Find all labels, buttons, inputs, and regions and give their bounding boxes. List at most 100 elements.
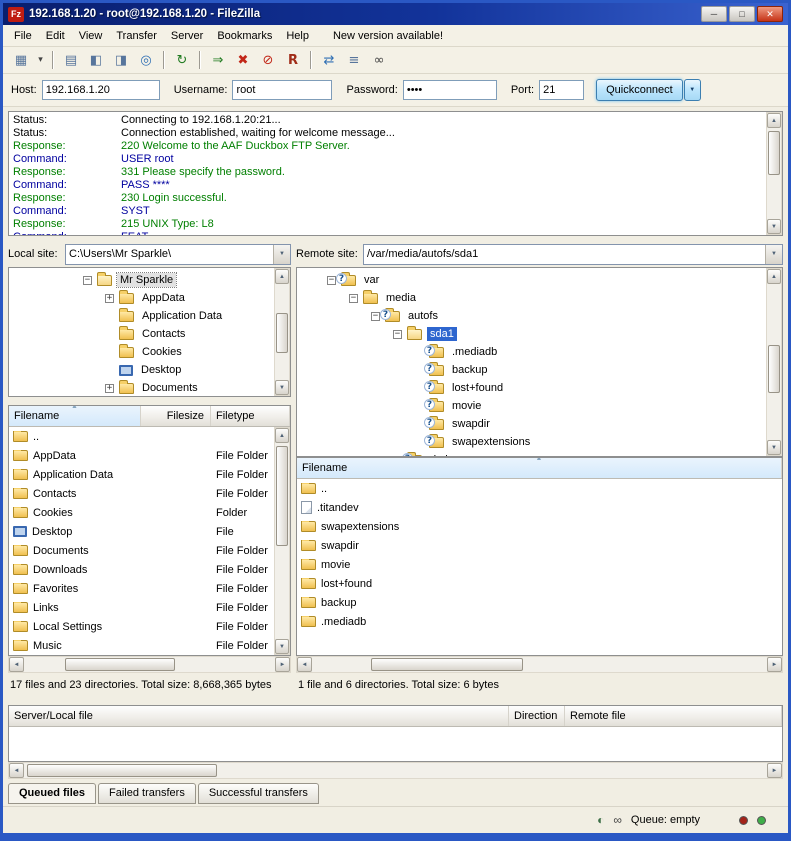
local-list-scrollbar[interactable]: ▲▼ (274, 427, 290, 655)
file-row-local-settings[interactable]: Local SettingsFile Folder (9, 617, 290, 636)
tree-item-contacts[interactable]: Contacts (9, 325, 290, 343)
tree-item-desktop[interactable]: Desktop (9, 361, 290, 379)
tree-item-cookies[interactable]: Cookies (9, 343, 290, 361)
scroll-up-button[interactable]: ▲ (275, 428, 289, 443)
column-header-filetype[interactable]: Filetype (211, 406, 290, 426)
menu-item-edit[interactable]: Edit (39, 27, 72, 45)
process-queue-icon[interactable]: ⇒ (206, 49, 230, 71)
synchronized-browsing-icon[interactable]: ≡ (342, 49, 366, 71)
file-row-parent[interactable]: .. (9, 427, 290, 446)
close-button[interactable]: ✕ (757, 6, 783, 22)
local-site-combobox[interactable]: C:\Users\Mr Sparkle\ ▼ (65, 244, 291, 265)
local-tree-scrollbar[interactable]: ▲▼ (274, 268, 290, 396)
scroll-down-button[interactable]: ▼ (767, 219, 781, 234)
column-header-filename[interactable]: Filename▲ (9, 406, 141, 426)
menu-item-server[interactable]: Server (164, 27, 210, 45)
file-row-downloads[interactable]: DownloadsFile Folder (9, 560, 290, 579)
scroll-left-button[interactable]: ◄ (9, 763, 24, 778)
menu-item-help[interactable]: Help (279, 27, 316, 45)
scroll-thumb[interactable] (371, 658, 523, 671)
menu-item-new-version-available[interactable]: New version available! (326, 27, 450, 45)
tree-item-backup[interactable]: ?backup (297, 361, 782, 379)
scroll-thumb[interactable] (27, 764, 217, 777)
tree-item-lost-found[interactable]: ?lost+found (297, 379, 782, 397)
scroll-thumb[interactable] (768, 131, 780, 175)
scroll-thumb[interactable] (768, 345, 780, 393)
column-header-filesize[interactable]: Filesize (141, 406, 211, 426)
tab-successful-transfers[interactable]: Successful transfers (198, 783, 319, 804)
tree-item-swapextensions[interactable]: ?swapextensions (297, 433, 782, 451)
password-input[interactable] (403, 80, 497, 100)
column-header-server-local-file[interactable]: Server/Local file (9, 706, 509, 726)
expander-minus-icon[interactable]: − (393, 330, 402, 339)
refresh-icon[interactable]: ↻ (170, 49, 194, 71)
file-row-lost-found[interactable]: lost+found (297, 574, 782, 593)
tree-item-sda1[interactable]: −sda1 (297, 325, 782, 343)
local-site-dropdown-icon[interactable]: ▼ (273, 245, 290, 264)
scroll-up-button[interactable]: ▲ (767, 113, 781, 128)
scroll-down-button[interactable]: ▼ (275, 639, 289, 654)
filter-status-icon[interactable]: ∞ (613, 813, 622, 827)
tree-item-swapdir[interactable]: ?swapdir (297, 415, 782, 433)
scroll-up-button[interactable]: ▲ (767, 269, 781, 284)
tree-item-var[interactable]: −?var (297, 271, 782, 289)
file-row-documents[interactable]: DocumentsFile Folder (9, 541, 290, 560)
message-log-scrollbar[interactable]: ▲▼ (766, 112, 782, 235)
tab-failed-transfers[interactable]: Failed transfers (98, 783, 196, 804)
scroll-left-button[interactable]: ◄ (297, 657, 312, 672)
menu-item-file[interactable]: File (7, 27, 39, 45)
transfer-queue-body[interactable] (9, 727, 782, 762)
file-row-movie[interactable]: movie (297, 555, 782, 574)
expander-plus-icon[interactable]: + (105, 384, 114, 393)
maximize-button[interactable]: □ (729, 6, 755, 22)
remote-site-combobox[interactable]: /var/media/autofs/sda1 ▼ (363, 244, 783, 265)
file-row-application-data[interactable]: Application DataFile Folder (9, 465, 290, 484)
tree-item-media[interactable]: −media (297, 289, 782, 307)
cancel-icon[interactable]: ✖ (231, 49, 255, 71)
menu-item-view[interactable]: View (72, 27, 110, 45)
scroll-down-button[interactable]: ▼ (275, 380, 289, 395)
file-row-contacts[interactable]: ContactsFile Folder (9, 484, 290, 503)
file-row-parent[interactable]: .. (297, 479, 782, 498)
local-tree-toggle-icon[interactable]: ◧ (84, 49, 108, 71)
file-row-music[interactable]: MusicFile Folder (9, 636, 290, 655)
scroll-right-button[interactable]: ► (767, 657, 782, 672)
tree-item-documents[interactable]: +Documents (9, 379, 290, 397)
speed-limits-icon[interactable]: ◐ (597, 813, 604, 827)
directory-comparison-icon[interactable]: ⇄ (317, 49, 341, 71)
expander-minus-icon[interactable]: − (349, 294, 358, 303)
expander-minus-icon[interactable]: − (371, 312, 380, 321)
disconnect-icon[interactable]: ⊘ (256, 49, 280, 71)
tree-item-autofs[interactable]: −?autofs (297, 307, 782, 325)
filter-icon[interactable]: ◎ (134, 49, 158, 71)
scroll-right-button[interactable]: ► (275, 657, 290, 672)
tree-item-movie[interactable]: ?movie (297, 397, 782, 415)
file-row-links[interactable]: LinksFile Folder (9, 598, 290, 617)
file-row-desktop[interactable]: DesktopFile (9, 522, 290, 541)
expander-minus-icon[interactable]: − (327, 276, 336, 285)
queue-hscrollbar[interactable]: ◄► (8, 762, 783, 779)
tree-item-mr-sparkle[interactable]: −Mr Sparkle (9, 271, 290, 289)
column-header-remote-file[interactable]: Remote file (565, 706, 782, 726)
file-row-backup[interactable]: backup (297, 593, 782, 612)
scroll-left-button[interactable]: ◄ (9, 657, 24, 672)
message-log[interactable]: Status:Connecting to 192.168.1.20:21...S… (8, 111, 783, 236)
file-row-favorites[interactable]: FavoritesFile Folder (9, 579, 290, 598)
scroll-up-button[interactable]: ▲ (275, 269, 289, 284)
host-input[interactable] (42, 80, 160, 100)
message-log-toggle-icon[interactable]: ▤ (59, 49, 83, 71)
site-manager-dropdown-icon[interactable]: ▾ (34, 49, 47, 71)
file-row-swapextensions[interactable]: swapextensions (297, 517, 782, 536)
tab-queued-files[interactable]: Queued files (8, 783, 96, 804)
tree-item-mediadb[interactable]: ?.mediadb (297, 343, 782, 361)
remote-site-dropdown-icon[interactable]: ▼ (765, 245, 782, 264)
column-header-filename[interactable]: Filename▲ (297, 458, 782, 478)
filezilla-app-icon[interactable]: Fz (8, 7, 24, 22)
tree-item-application-data[interactable]: Application Data (9, 307, 290, 325)
file-row-cookies[interactable]: CookiesFolder (9, 503, 290, 522)
remote-tree-scrollbar[interactable]: ▲▼ (766, 268, 782, 456)
scroll-right-button[interactable]: ► (767, 763, 782, 778)
scroll-down-button[interactable]: ▼ (767, 440, 781, 455)
menu-item-transfer[interactable]: Transfer (109, 27, 164, 45)
expander-plus-icon[interactable]: + (105, 294, 114, 303)
